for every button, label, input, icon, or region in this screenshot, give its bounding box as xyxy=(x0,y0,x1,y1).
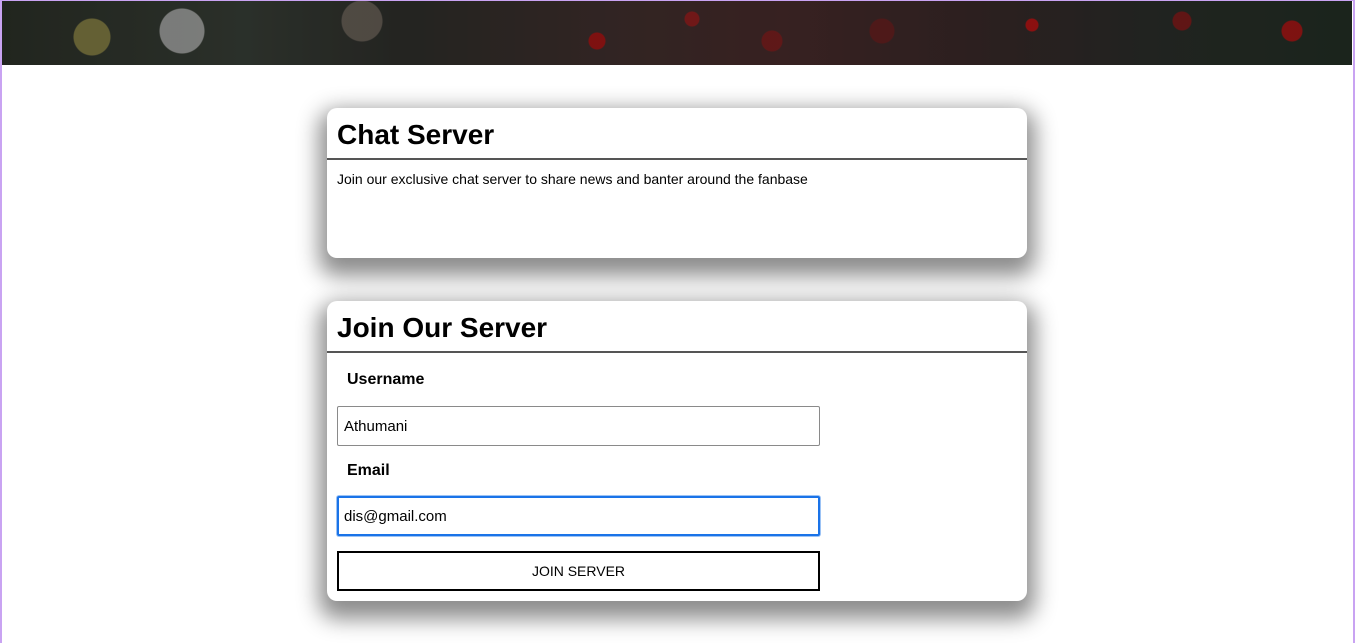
username-label: Username xyxy=(347,371,425,388)
chat-server-card: Chat Server Join our exclusive chat serv… xyxy=(327,108,1027,258)
join-server-title: Join Our Server xyxy=(327,301,1027,353)
email-input[interactable] xyxy=(337,496,820,536)
join-server-button[interactable]: JOIN SERVER xyxy=(337,551,820,591)
chat-server-title: Chat Server xyxy=(327,108,1027,160)
join-server-card: Join Our Server Username Email JOIN SERV… xyxy=(327,301,1027,601)
chat-server-description: Join our exclusive chat server to share … xyxy=(337,171,808,187)
username-input[interactable] xyxy=(337,406,820,446)
hero-banner-image xyxy=(2,1,1352,65)
email-label: Email xyxy=(347,462,390,479)
